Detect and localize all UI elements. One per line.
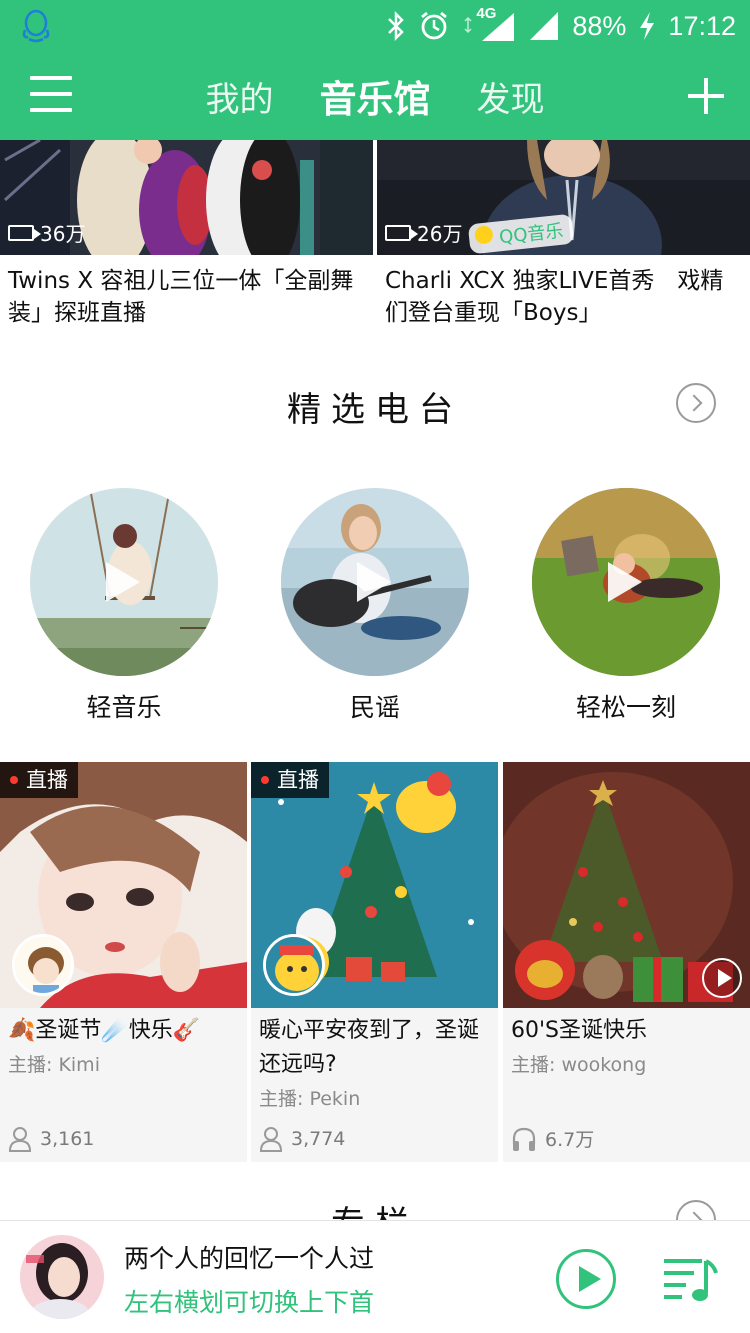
live-cover: 直播 [251,762,498,1008]
live-host: 主播: wookong [511,1054,647,1076]
live-card[interactable]: 直播 🍂圣诞节☄️快乐🎸 主播: Kimi 3,161 [0,762,247,1162]
user-icon [8,1127,32,1152]
live-badge: 直播 [0,762,78,798]
live-host: 主播: Kimi [8,1054,100,1076]
play-button[interactable] [556,1249,616,1309]
radio-label: 轻音乐 [86,693,162,722]
live-cover [503,762,750,1008]
section-title-columns[interactable]: 专栏 [0,1196,750,1222]
charging-icon [640,12,655,40]
play-icon[interactable] [702,958,742,998]
live-host: 主播: Pekin [259,1088,361,1110]
tab-mine[interactable]: 我的 [206,72,274,121]
radio-label: 民谣 [349,693,400,722]
tab-music-hall[interactable]: 音乐馆 [320,69,431,123]
listener-count: 3,161 [40,1128,95,1150]
video-camera-icon [8,224,41,241]
headphones-icon [512,1127,536,1151]
live-title: 60'S圣诞快乐 [511,1018,648,1043]
radio-label: 轻松一刻 [575,693,676,722]
mini-player[interactable]: 两个人的回忆一个人过 左右横划可切换上下首 [0,1220,750,1333]
play-icon [608,562,642,602]
view-count: 26万 [385,218,462,247]
video-card[interactable]: 36万 Twins X 容祖儿三位一体「全副舞装」探班直播 [0,140,373,329]
radio-cover [532,488,720,676]
host-avatar[interactable] [263,934,325,996]
video-card[interactable]: QQ音乐 26万 Charli XCX 独家LIVE首秀 戏精们登台重现「Boy… [377,140,750,329]
play-icon [106,562,140,602]
alarm-icon [421,11,448,40]
video-title: Twins X 容祖儿三位一体「全副舞装」探班直播 [8,268,354,326]
clock: 17:12 [668,10,736,41]
view-count-text: 36万 [40,222,86,246]
add-icon[interactable] [686,76,726,116]
status-bar: 4G 88% 17:12 [0,0,750,52]
qq-penguin-icon [22,9,50,43]
live-title: 🍂圣诞节☄️快乐🎸 [8,1018,201,1043]
radio-station[interactable]: 民谣 [281,488,469,724]
live-listeners: 6.7万 [511,1125,594,1152]
play-icon [357,562,391,602]
video-title: Charli XCX 独家LIVE首秀 戏精们登台重现「Boys」 [385,268,724,326]
tab-discover[interactable]: 发现 [477,72,545,121]
top-nav: 我的 音乐馆 发现 [0,52,750,140]
live-cover: 直播 [0,762,247,1008]
live-card[interactable]: 60'S圣诞快乐 主播: wookong 6.7万 [503,762,750,1162]
listener-count: 6.7万 [545,1129,595,1151]
battery-percent: 88% [572,10,627,41]
view-count-text: 26万 [417,222,463,246]
song-title: 两个人的回忆一个人过 [124,1244,375,1273]
view-count: 36万 [8,218,85,247]
swipe-hint: 左右横划可切换上下首 [124,1288,375,1317]
live-listeners: 3,161 [8,1126,94,1152]
live-title: 暖心平安夜到了，圣诞还远吗? [259,1018,480,1077]
listener-count: 3,774 [291,1128,346,1150]
video-thumbnail: QQ音乐 26万 [377,140,750,255]
video-thumbnail: 36万 [0,140,373,255]
live-listeners: 3,774 [259,1126,345,1152]
cell-signal-icon [530,12,559,40]
radio-station[interactable]: 轻音乐 [30,488,218,724]
radio-station[interactable]: 轻松一刻 [532,488,720,724]
live-card[interactable]: 直播 暖心平安夜到了，圣诞还远吗? 主播: Pekin 3,774 [251,762,498,1162]
playlist-icon[interactable] [662,1255,718,1303]
user-icon [259,1127,283,1152]
radio-cover [30,488,218,676]
album-art[interactable] [20,1235,104,1319]
chevron-right-icon[interactable] [676,383,716,423]
radio-cover [281,488,469,676]
bluetooth-icon [388,11,405,41]
host-avatar[interactable] [12,934,74,996]
nav-tabs: 我的 音乐馆 发现 [0,52,750,140]
section-title-radio[interactable]: 精选电台 [0,382,750,431]
network-signal-icon: 4G [462,5,516,43]
video-camera-icon [385,224,418,241]
live-badge: 直播 [251,762,329,798]
